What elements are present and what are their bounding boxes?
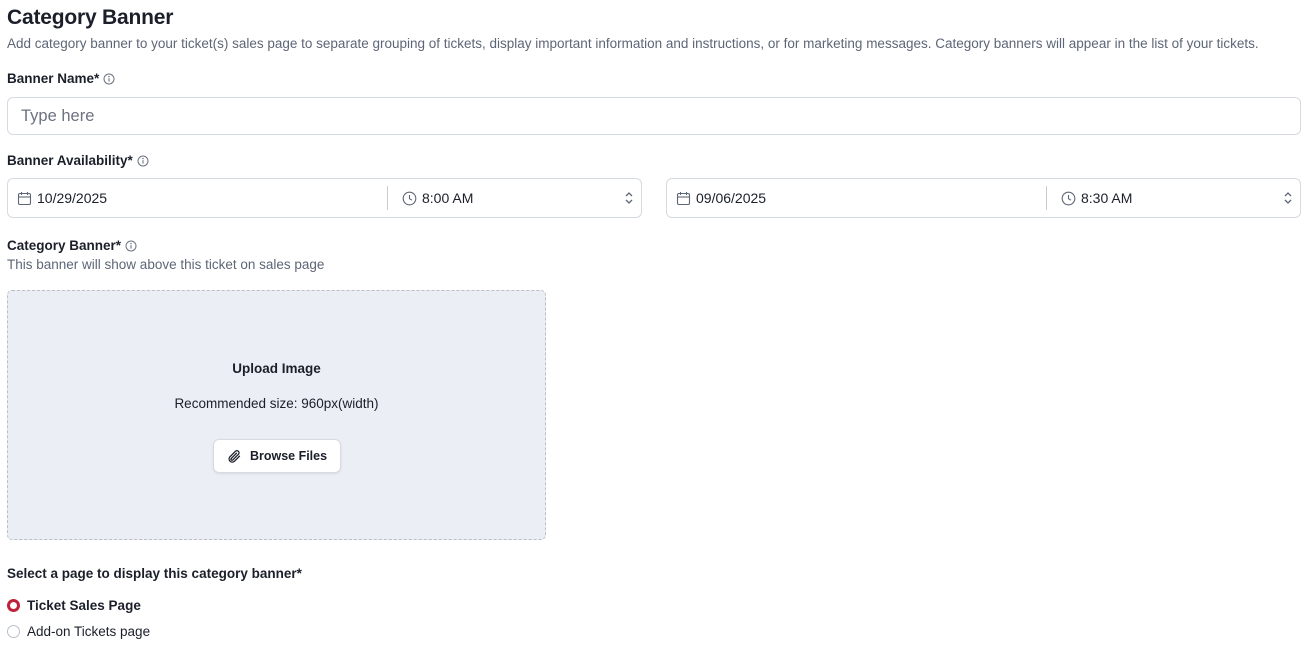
radio-option-ticket-sales-page[interactable]: Ticket Sales Page (7, 598, 141, 613)
end-datetime-picker: 09/06/2025 8:30 AM (666, 178, 1301, 218)
radio-button-checked[interactable] (7, 599, 20, 612)
banner-name-label: Banner Name* (7, 71, 100, 86)
category-banner-label: Category Banner* (7, 238, 122, 253)
start-datetime-picker: 10/29/2025 8:00 AM (7, 178, 642, 218)
image-upload-dropzone[interactable]: Upload Image Recommended size: 960px(wid… (7, 290, 546, 540)
upload-size-hint: Recommended size: 960px(width) (174, 396, 379, 411)
chevron-up-down-icon[interactable] (1282, 190, 1294, 206)
banner-availability-label-group: Banner Availability* (7, 153, 149, 168)
category-banner-label-group: Category Banner* (7, 238, 137, 253)
banner-name-label-group: Banner Name* (7, 71, 115, 86)
start-time-value: 8:00 AM (422, 190, 474, 206)
end-date-field[interactable]: 09/06/2025 (667, 186, 1047, 210)
calendar-icon (17, 191, 32, 206)
start-date-value: 10/29/2025 (37, 190, 108, 206)
end-date-value: 09/06/2025 (696, 190, 767, 206)
radio-button-unchecked[interactable] (7, 625, 20, 638)
browse-files-label: Browse Files (249, 449, 328, 463)
browse-files-button[interactable]: Browse Files (213, 439, 341, 473)
radio-label: Add-on Tickets page (27, 624, 151, 639)
display-page-label-group: Select a page to display this category b… (7, 566, 302, 581)
category-banner-description: This banner will show above this ticket … (7, 257, 325, 272)
clock-icon (402, 191, 417, 206)
clock-icon (1061, 191, 1076, 206)
radio-option-add-on-tickets-page[interactable]: Add-on Tickets page (7, 624, 150, 639)
info-icon[interactable] (137, 155, 149, 167)
page-description: Add category banner to your ticket(s) sa… (7, 36, 1259, 51)
info-icon[interactable] (103, 73, 115, 85)
end-time-field[interactable]: 8:30 AM (1047, 186, 1282, 210)
page-title: Category Banner (7, 6, 174, 29)
banner-name-input[interactable] (7, 97, 1301, 135)
end-time-value: 8:30 AM (1081, 190, 1133, 206)
radio-label: Ticket Sales Page (27, 598, 141, 613)
banner-availability-label: Banner Availability* (7, 153, 133, 168)
chevron-up-down-icon[interactable] (623, 190, 635, 206)
display-page-label: Select a page to display this category b… (7, 566, 302, 581)
info-icon[interactable] (125, 240, 137, 252)
calendar-icon (676, 191, 691, 206)
start-time-field[interactable]: 8:00 AM (388, 186, 623, 210)
start-date-field[interactable]: 10/29/2025 (8, 186, 388, 210)
paperclip-icon (227, 449, 242, 464)
upload-title: Upload Image (232, 361, 321, 376)
